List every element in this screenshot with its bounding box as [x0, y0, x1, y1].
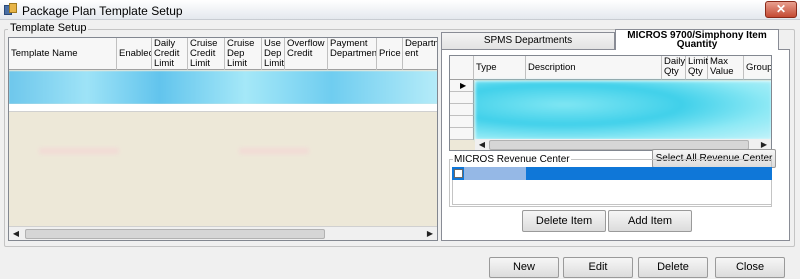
col-use-dep-limit[interactable]: Use Dep Limit: [262, 38, 285, 70]
row-header[interactable]: [450, 128, 474, 140]
blurred-text: [39, 148, 119, 154]
app-icon: [4, 3, 18, 17]
blurred-text: [239, 148, 309, 154]
tab-micros-item-quantity[interactable]: MICROS 9700/Simphony Item Quantity: [615, 29, 779, 50]
close-button[interactable]: Close: [715, 257, 785, 278]
new-button[interactable]: New: [489, 257, 559, 278]
row-header[interactable]: [450, 92, 474, 104]
revenue-center-label: MICROS Revenue Center: [453, 154, 571, 165]
window-close-button[interactable]: ✕: [765, 1, 797, 18]
col-template-name[interactable]: Template Name: [9, 38, 117, 70]
row-header[interactable]: [450, 104, 474, 116]
window-title: Package Plan Template Setup: [22, 4, 183, 18]
title-bar: Package Plan Template Setup ✕: [0, 0, 800, 20]
row-header-corner: [450, 56, 474, 80]
col-payment-department[interactable]: Payment Department: [328, 38, 377, 70]
scroll-right-icon[interactable]: ▶: [423, 227, 437, 240]
col-max-value[interactable]: Max Value: [708, 56, 744, 80]
col-cruise-credit-limit[interactable]: Cruise Credit Limit: [188, 38, 225, 70]
template-grid-header: Template Name Enabled Daily Credit Limit…: [9, 38, 437, 70]
item-rows-blurred[interactable]: [475, 81, 771, 140]
col-daily-qty[interactable]: Daily Qty: [662, 56, 686, 80]
col-type[interactable]: Type: [474, 56, 526, 80]
col-overflow-credit[interactable]: Overflow Credit: [285, 38, 328, 70]
template-setup-label: Template Setup: [8, 22, 89, 34]
scroll-left-icon[interactable]: ◀: [9, 227, 23, 240]
col-enabled[interactable]: Enabled: [117, 38, 152, 70]
template-grid-hscrollbar[interactable]: ◀ ▶: [9, 226, 437, 240]
edit-button[interactable]: Edit: [563, 257, 633, 278]
template-row-selected[interactable]: [9, 71, 437, 104]
scroll-thumb[interactable]: [25, 229, 325, 239]
delete-item-button[interactable]: Delete Item: [522, 210, 606, 232]
col-daily-credit-limit[interactable]: Daily Credit Limit: [152, 38, 188, 70]
col-limit-qty[interactable]: Limit Qty: [686, 56, 708, 80]
row-header[interactable]: [450, 116, 474, 128]
delete-button[interactable]: Delete: [638, 257, 708, 278]
revenue-center-checkbox[interactable]: [454, 169, 463, 178]
col-description[interactable]: Description: [526, 56, 662, 80]
scroll-left-icon[interactable]: ◀: [475, 139, 489, 150]
template-grid[interactable]: Template Name Enabled Daily Credit Limit…: [8, 37, 438, 241]
tab-spms-departments[interactable]: SPMS Departments: [441, 32, 615, 49]
item-grid[interactable]: Type Description Daily Qty Limit Qty Max…: [449, 55, 772, 151]
col-cruise-dep-limit[interactable]: Cruise Dep Limit: [225, 38, 262, 70]
col-group[interactable]: Group: [744, 56, 771, 80]
col-department[interactable]: Departm ent: [403, 38, 437, 70]
col-price[interactable]: Price: [377, 38, 403, 70]
add-item-button[interactable]: Add Item: [608, 210, 692, 232]
template-row[interactable]: [9, 104, 437, 112]
revenue-center-item-name: [464, 167, 526, 180]
row-indicator-icon[interactable]: ▶: [450, 80, 474, 92]
